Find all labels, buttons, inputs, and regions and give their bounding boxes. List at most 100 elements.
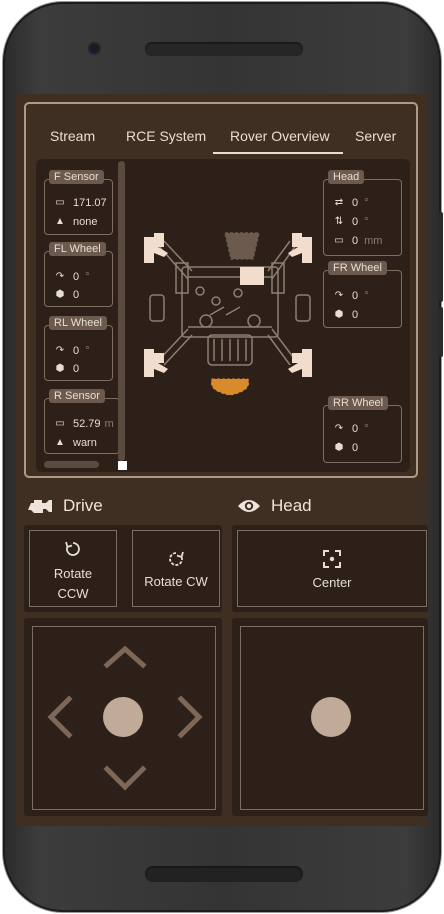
- head-joystick-pad[interactable]: [240, 626, 424, 810]
- warning-icon: ▲: [55, 216, 65, 227]
- head-pan-row: ⇄ 0 °: [332, 196, 369, 210]
- drive-header: Drive: [28, 496, 103, 516]
- rotate-cw-button[interactable]: Rotate CW: [132, 530, 220, 607]
- app-screen: Stream RCE System Rover Overview Server: [16, 94, 428, 826]
- rotate-icon: ↷: [55, 271, 65, 282]
- active-tab-indicator: [213, 152, 343, 154]
- tab-stream[interactable]: Stream: [50, 128, 95, 144]
- scrollbar-corner: [118, 461, 127, 470]
- head-distance-row: ▭ 0 mm: [332, 234, 382, 248]
- tilt-arrows-icon: ⇅: [334, 216, 344, 227]
- front-camera: [90, 44, 99, 53]
- head-sensor-cone: [224, 232, 260, 260]
- rotate-cw-icon: [169, 551, 184, 566]
- speed-cube-icon: ⬢: [334, 442, 344, 453]
- drive-buttons-card: Rotate CCW Rotate CW: [24, 525, 222, 612]
- speed-cube-icon: ⬢: [55, 363, 65, 374]
- rover-diagram: [144, 232, 312, 396]
- head-controls-header: Head: [237, 496, 312, 516]
- ruler-icon: ▭: [55, 418, 65, 429]
- horizontal-scrollbar[interactable]: [44, 461, 99, 468]
- r-sensor-box: R Sensor ▭ 52.79 m ▲ warn: [44, 389, 120, 454]
- fl-wheel-angle: 0: [73, 271, 80, 283]
- drive-title: Drive: [63, 496, 103, 515]
- speed-cube-icon: ⬢: [334, 309, 344, 320]
- fl-wheel-angle-row: ↷ 0 °: [53, 270, 90, 284]
- arrow-right-icon: [177, 695, 203, 739]
- head-tilt: 0: [352, 216, 359, 228]
- drive-joystick-knob[interactable]: [103, 697, 143, 737]
- r-sensor-status: warn: [73, 437, 97, 449]
- rover-visualization: F Sensor ▭ 171.07 ▲ none FL Wheel ↷ 0 °: [36, 159, 410, 472]
- rr-wheel-angle-unit: °: [364, 423, 369, 435]
- f-sensor-status-row: ▲ none: [53, 215, 97, 229]
- vertical-scrollbar[interactable]: [118, 161, 125, 461]
- pan-arrows-icon: ⇄: [334, 197, 344, 208]
- head-distance-unit: mm: [364, 235, 383, 247]
- rotate-ccw-label-line1: Rotate: [53, 566, 93, 581]
- rr-wheel-box: RR Wheel ↷ 0 ° ⬢ 0: [323, 396, 402, 463]
- arrow-down-icon: [103, 765, 147, 791]
- volume-button: [439, 212, 443, 302]
- fr-wheel-angle: 0: [352, 290, 359, 302]
- fl-wheel-speed: 0: [73, 289, 80, 301]
- head-tilt-unit: °: [364, 216, 369, 228]
- power-button: [439, 307, 443, 357]
- fr-wheel-angle-unit: °: [364, 290, 369, 302]
- speed-cube-icon: ⬢: [55, 289, 65, 300]
- wheel-fl: [144, 233, 168, 263]
- f-sensor-status: none: [73, 216, 98, 228]
- f-sensor-distance-row: ▭ 171.07: [53, 196, 106, 210]
- arrow-up-icon: [103, 645, 147, 669]
- r-sensor-distance: 52.79: [73, 418, 101, 430]
- head-sensor-box: Head ⇄ 0 ° ⇅ 0 ° ▭ 0 mm: [323, 170, 402, 256]
- engine-icon: [28, 500, 52, 513]
- rotate-icon: ↷: [55, 345, 65, 356]
- head-title: Head: [328, 170, 365, 184]
- arrow-left-icon: [47, 695, 73, 739]
- rl-wheel-angle: 0: [73, 345, 80, 357]
- rl-wheel-speed: 0: [73, 363, 80, 375]
- r-sensor-status-row: ▲ warn: [53, 436, 97, 450]
- fl-wheel-speed-row: ⬢ 0: [53, 288, 80, 302]
- bottom-speaker: [145, 866, 303, 882]
- r-sensor-distance-row: ▭ 52.79 m: [53, 417, 114, 431]
- head-joystick-knob[interactable]: [311, 697, 351, 737]
- fr-wheel-title: FR Wheel: [328, 261, 387, 275]
- fr-wheel-angle-row: ↷ 0 °: [332, 289, 369, 303]
- head-distance: 0: [352, 235, 359, 247]
- rotate-ccw-icon: [65, 541, 80, 556]
- r-sensor-title: R Sensor: [49, 389, 105, 403]
- tab-server[interactable]: Server: [355, 128, 396, 144]
- rl-wheel-angle-unit: °: [85, 345, 90, 357]
- rotate-cw-label: Rotate CW: [144, 574, 208, 589]
- drive-joystick-pad[interactable]: [32, 626, 216, 810]
- tab-bar: Stream RCE System Rover Overview Server: [26, 104, 416, 154]
- head-joystick-card: [232, 618, 428, 816]
- fr-wheel-speed-row: ⬢ 0: [332, 308, 359, 322]
- head-pan: 0: [352, 197, 359, 209]
- head-tilt-row: ⇅ 0 °: [332, 215, 369, 229]
- fl-wheel-box: FL Wheel ↷ 0 ° ⬢ 0: [44, 242, 113, 307]
- ruler-icon: ▭: [334, 235, 344, 246]
- rl-wheel-box: RL Wheel ↷ 0 ° ⬢ 0: [44, 316, 113, 381]
- warning-icon: ▲: [55, 437, 65, 448]
- f-sensor-box: F Sensor ▭ 171.07 ▲ none: [44, 170, 113, 235]
- rl-wheel-speed-row: ⬢ 0: [53, 362, 80, 376]
- r-sensor-distance-unit: m: [104, 418, 114, 430]
- center-focus-icon: [323, 550, 341, 568]
- center-label: Center: [312, 575, 352, 590]
- f-sensor-title: F Sensor: [49, 170, 104, 184]
- center-button[interactable]: Center: [237, 530, 427, 607]
- tab-rover-overview[interactable]: Rover Overview: [230, 128, 330, 144]
- eye-icon: [238, 500, 260, 512]
- rotate-icon: ↷: [334, 290, 344, 301]
- head-controls-title: Head: [271, 496, 312, 515]
- rotate-icon: ↷: [334, 423, 344, 434]
- rear-sensor-cone: [210, 378, 250, 396]
- fl-wheel-title: FL Wheel: [49, 242, 106, 256]
- wheel-rr: [288, 349, 312, 377]
- rotate-ccw-button[interactable]: Rotate CCW: [29, 530, 117, 607]
- tab-rce-system[interactable]: RCE System: [126, 128, 206, 144]
- fr-wheel-speed: 0: [352, 309, 359, 321]
